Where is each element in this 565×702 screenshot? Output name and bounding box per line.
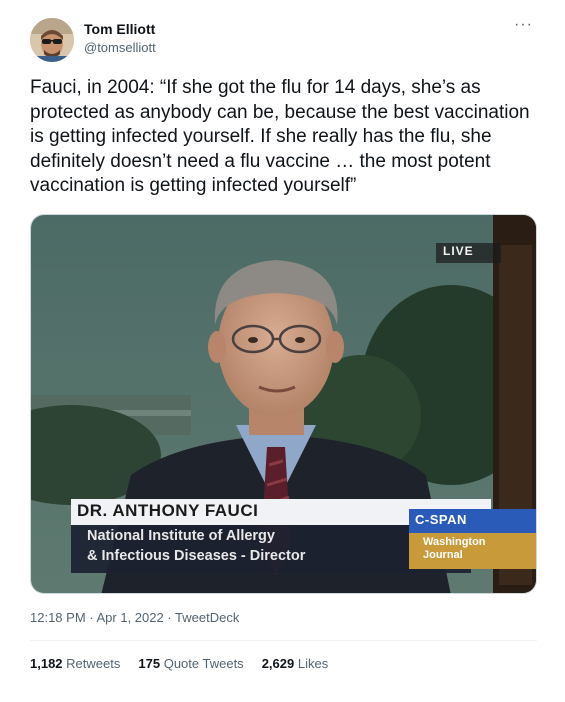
avatar-image <box>30 18 74 62</box>
quote-tweets-count: 175 <box>138 656 161 671</box>
tweet-date[interactable]: Apr 1, 2022 <box>97 610 164 625</box>
retweets-stat[interactable]: 1,182 Retweets <box>30 656 120 671</box>
retweets-count: 1,182 <box>30 656 63 671</box>
meta-separator: · <box>163 610 176 625</box>
live-label: LIVE <box>443 244 474 258</box>
tweet-source[interactable]: TweetDeck <box>175 610 239 625</box>
quote-tweets-stat[interactable]: 175 Quote Tweets <box>138 656 243 671</box>
tweet-meta: 12:18 PM · Apr 1, 2022 · TweetDeck <box>30 610 239 625</box>
network-logo: C-SPAN <box>415 512 467 527</box>
more-options-icon[interactable]: ··· <box>514 16 533 34</box>
meta-separator: · <box>85 610 97 625</box>
tweet-text: Fauci, in 2004: “If she got the flu for … <box>30 77 530 196</box>
likes-stat[interactable]: 2,629 Likes <box>262 656 329 671</box>
lower-third-line2: & Infectious Diseases - Director <box>87 548 306 564</box>
lower-third-name: DR. ANTHONY FAUCI <box>77 501 259 520</box>
author-handle[interactable]: @tomselliott <box>84 40 156 55</box>
divider <box>30 640 537 641</box>
avatar[interactable] <box>30 18 74 62</box>
retweets-label: Retweets <box>66 656 121 671</box>
tweet-media[interactable]: LIVE DR. ANTHONY FAUCI National Institut… <box>30 214 537 594</box>
program-line2: Journal <box>423 549 463 561</box>
tweet-time[interactable]: 12:18 PM <box>30 610 86 625</box>
tweet-stats: 1,182 Retweets 175 Quote Tweets 2,629 Li… <box>30 656 328 671</box>
likes-count: 2,629 <box>261 656 295 671</box>
author-name[interactable]: Tom Elliott <box>84 21 155 37</box>
lower-third-line1: National Institute of Allergy <box>87 528 275 544</box>
quote-tweets-label: Quote Tweets <box>163 656 244 671</box>
tweet: Tom Elliott @tomselliott ··· Fauci, in 2… <box>0 0 565 702</box>
likes-label: Likes <box>297 656 329 671</box>
program-line1: Washington <box>423 536 486 548</box>
